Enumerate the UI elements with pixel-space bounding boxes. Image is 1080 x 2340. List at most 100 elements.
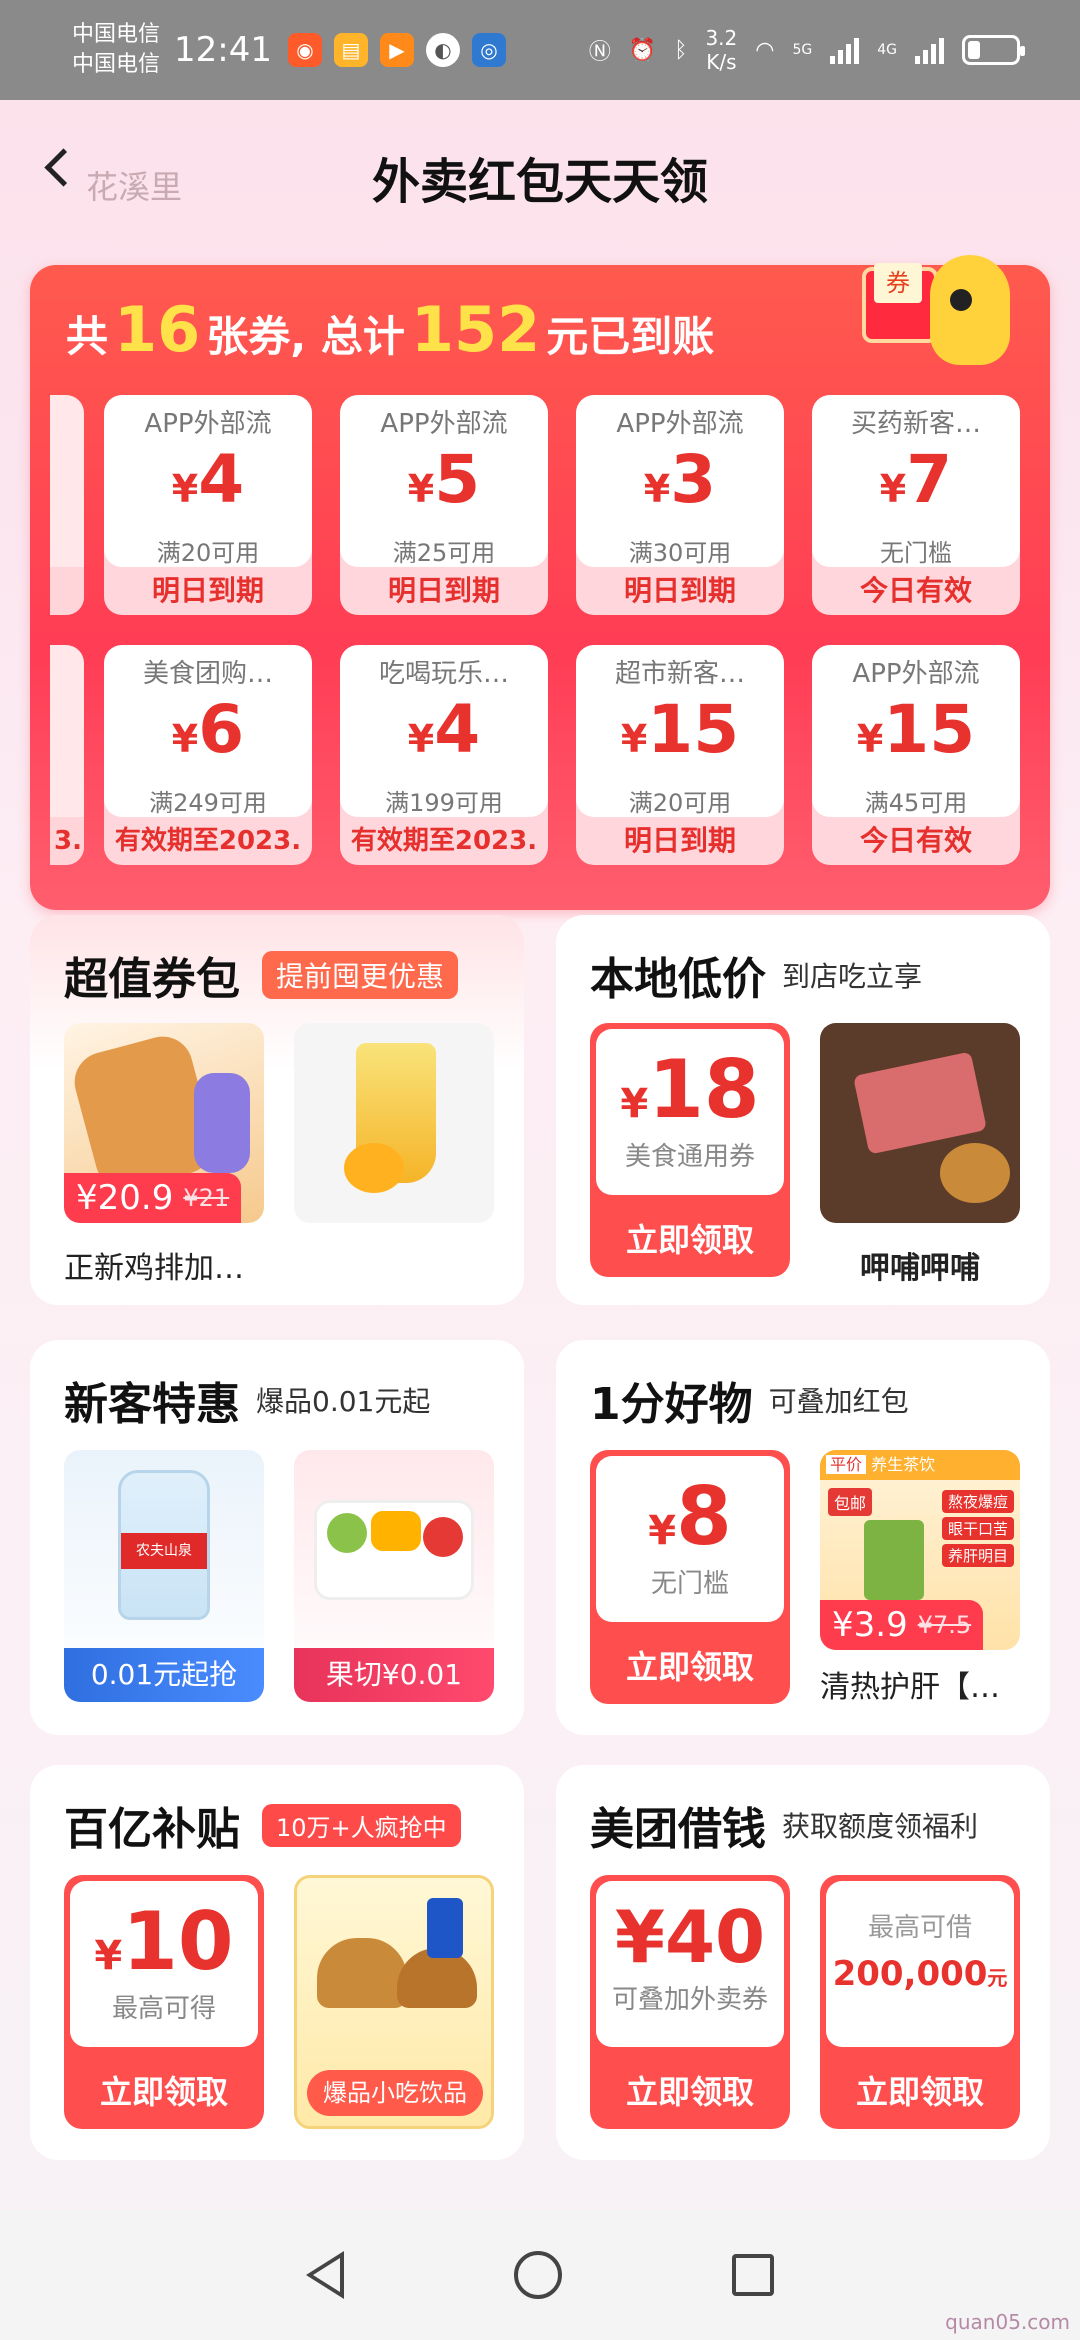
card-subtitle: 到店吃立享: [782, 960, 923, 993]
product-image[interactable]: 果切¥0.01: [294, 1450, 494, 1702]
claim-button[interactable]: 立即领取: [820, 2055, 1020, 2129]
carrier-info: 中国电信 中国电信: [72, 20, 160, 80]
product-image[interactable]: ¥20.9 ¥21: [64, 1023, 264, 1223]
battery-icon: [962, 35, 1025, 65]
subsidy-card[interactable]: 百亿补贴 10万+人疯抢中 ¥10 最高可得 立即领取 爆品小吃饮品: [30, 1765, 524, 2160]
soda-can-image: [427, 1898, 463, 1958]
nfc-icon: Ⓝ: [588, 40, 611, 65]
card-title: 1分好物: [590, 1379, 753, 1430]
product-name[interactable]: 清热护肝【…: [820, 1662, 1000, 1706]
card-subtitle: 获取额度领福利: [782, 1810, 979, 1843]
card-title: 美团借钱: [590, 1804, 766, 1855]
card-subtitle: 爆品0.01元起: [256, 1385, 431, 1418]
loan-card[interactable]: 美团借钱 获取额度领福利 ¥40 可叠加外卖券 立即领取 最高可借 200,00…: [556, 1765, 1050, 2160]
coupon-row: APP外部流 ¥4 满20可用 明日到期 APP外部流 ¥5 满25可用 明日到期 AP…: [50, 395, 1050, 615]
penny-deal-card[interactable]: 1分好物 可叠加红包 ¥8 无门槛 立即领取 平价 养生茶饮 包邮 熬夜爆痘 眼…: [556, 1340, 1050, 1735]
network-speed: 3.2 K/s: [705, 26, 738, 74]
voucher-card[interactable]: ¥10 最高可得 立即领取: [64, 1875, 264, 2129]
app-notification-icon: ▤: [334, 33, 368, 67]
new-user-card[interactable]: 新客特惠 爆品0.01元起 农夫山泉 0.01元起抢 果切¥0.01: [30, 1340, 524, 1735]
shipping-badge: 包邮: [828, 1488, 873, 1516]
card-title: 百亿补贴: [64, 1804, 240, 1855]
coupon-card[interactable]: 美食团购… ¥6 满249可用 有效期至2023.: [104, 645, 312, 865]
product-image[interactable]: [294, 1023, 494, 1223]
card-title: 新客特惠: [64, 1379, 240, 1430]
meat-plate-image: [852, 1051, 988, 1155]
network-type-1: 5G: [792, 42, 813, 58]
product-image[interactable]: 平价 养生茶饮 包邮 熬夜爆痘 眼干口苦 养肝明目 ¥3.9 ¥7.5: [820, 1450, 1020, 1650]
coupon-partial: 3.: [50, 645, 84, 865]
coupon-row: 3. 美食团购… ¥6 满249可用 有效期至2023. 吃喝玩乐… ¥4 满199可用…: [50, 645, 1050, 865]
card-title: 超值券包: [64, 954, 240, 1005]
promo-label: 爆品小吃饮品: [307, 2070, 483, 2116]
coupon-partial: [50, 395, 84, 615]
coupon-card[interactable]: APP外部流 ¥4 满20可用 明日到期: [104, 395, 312, 615]
hotpot-image[interactable]: [820, 1023, 1020, 1223]
price-tag: ¥3.9 ¥7.5: [820, 1600, 984, 1650]
watermark: quan05.com: [945, 2310, 1070, 2334]
system-nav-bar: quan05.com: [0, 2210, 1080, 2340]
nav-back-icon[interactable]: [306, 2251, 344, 2299]
mascot-illustration: 券: [850, 243, 1030, 383]
clock: 12:41: [174, 30, 272, 70]
local-deal-card[interactable]: 本地低价 到店吃立享 ¥18 美食通用券 立即领取 呷哺呷哺: [556, 915, 1050, 1305]
product-image[interactable]: 农夫山泉 0.01元起抢: [64, 1450, 264, 1702]
coupon-card[interactable]: APP外部流 ¥3 满30可用 明日到期: [576, 395, 784, 615]
nav-recent-apps-icon[interactable]: [732, 2254, 774, 2296]
promo-label: 0.01元起抢: [64, 1648, 264, 1702]
card-subtitle: 可叠加红包: [768, 1385, 909, 1418]
fruit-box-image: [314, 1500, 474, 1600]
alarm-icon: ⏰: [628, 37, 657, 63]
voucher-card[interactable]: ¥18 美食通用券 立即领取: [590, 1023, 790, 1277]
app-notification-icon: ◎: [472, 33, 506, 67]
coupon-card[interactable]: APP外部流 ¥5 满25可用 明日到期: [340, 395, 548, 615]
carrier-2: 中国电信: [72, 52, 161, 77]
burger-image: [317, 1938, 407, 2008]
coupon-summary-header: 共 16 张券, 总计 152 元已到账: [66, 293, 715, 366]
voucher-card[interactable]: ¥40 可叠加外卖券 立即领取: [590, 1875, 790, 2129]
coupon-summary-panel: 共 16 张券, 总计 152 元已到账 券 APP外部流 ¥4 满20可用 明日到…: [30, 255, 1050, 910]
signal-icon: [915, 36, 944, 64]
coupon-total: 152: [410, 293, 541, 366]
product-banner: 平价 养生茶饮: [820, 1450, 1020, 1480]
loan-limit-card[interactable]: 最高可借 200,000元 立即领取: [820, 1875, 1020, 2129]
page-header: 花溪里 外卖红包天天领: [0, 100, 1080, 240]
pot-image: [940, 1143, 1010, 1203]
claim-button[interactable]: 立即领取: [64, 2055, 264, 2129]
claim-button[interactable]: 立即领取: [590, 2055, 790, 2129]
value-pack-card[interactable]: 超值券包 提前囤更优惠 ¥20.9 ¥21 正新鸡排加…: [30, 915, 524, 1305]
voucher-card[interactable]: ¥8 无门槛 立即领取: [590, 1450, 790, 1704]
page-title: 外卖红包天天领: [371, 154, 708, 210]
network-type-2: 4G: [877, 42, 897, 58]
coupon-card[interactable]: APP外部流 ¥15 满45可用 今日有效: [812, 645, 1020, 865]
signal-icon: [830, 36, 860, 64]
notification-icons: ◉ ▤ ▶ ◐ ◎: [288, 33, 506, 67]
carrier-1: 中国电信: [72, 22, 161, 47]
card-title: 本地低价: [590, 954, 766, 1005]
play-notification-icon: ▶: [380, 33, 414, 67]
product-image[interactable]: 爆品小吃饮品: [294, 1875, 494, 2129]
water-bottle-image: 农夫山泉: [118, 1470, 210, 1620]
coupon-card[interactable]: 买药新客… ¥7 无门槛 今日有效: [812, 395, 1020, 615]
price-tag: ¥20.9 ¥21: [64, 1173, 242, 1223]
product-points: 熬夜爆痘 眼干口苦 养肝明目: [941, 1490, 1014, 1567]
coupon-card[interactable]: 吃喝玩乐… ¥4 满199可用 有效期至2023.: [340, 645, 548, 865]
promo-tag: 10万+人疯抢中: [262, 1803, 461, 1847]
promo-label: 果切¥0.01: [294, 1648, 494, 1702]
claim-button[interactable]: 立即领取: [590, 1630, 790, 1704]
shop-name[interactable]: 呷哺呷哺: [820, 1243, 1020, 1287]
system-status: Ⓝ ⏰ ᛒ 3.2 K/s ◠ 5G 4G: [588, 26, 1025, 74]
status-bar: 中国电信 中国电信 12:41 ◉ ▤ ▶ ◐ ◎ Ⓝ ⏰ ᛒ 3.2 K/s …: [0, 0, 1080, 100]
bluetooth-icon: ᛒ: [674, 37, 688, 63]
app-notification-icon: ◐: [426, 33, 460, 67]
product-name[interactable]: 正新鸡排加…: [64, 1243, 244, 1287]
promo-tag: 提前囤更优惠: [262, 951, 459, 999]
coupon-card[interactable]: 超市新客… ¥15 满20可用 明日到期: [576, 645, 784, 865]
mango-image: [344, 1143, 404, 1193]
red-envelope-icon: 券: [862, 263, 938, 343]
mascot-icon: [930, 255, 1010, 365]
tea-box-image: [864, 1520, 924, 1600]
claim-button[interactable]: 立即领取: [590, 1203, 790, 1277]
nav-home-icon[interactable]: [514, 2251, 562, 2299]
wifi-icon: ◠: [755, 37, 775, 63]
